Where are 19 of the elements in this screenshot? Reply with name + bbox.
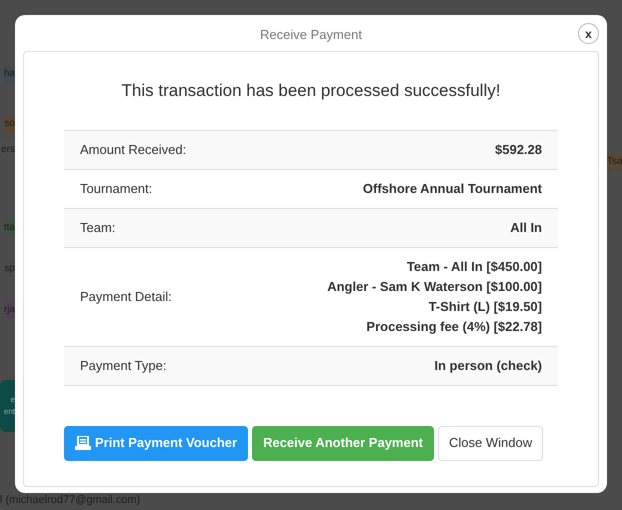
row-value: Angler - Sam K Waterson [$100.00] <box>327 278 542 296</box>
row-label: Payment Type: <box>80 356 166 375</box>
row-label: Tournament: <box>80 180 152 198</box>
dialog-title: Receive Payment <box>260 26 362 44</box>
row-label: Team: <box>80 218 116 237</box>
row-value: In person (check) <box>434 356 542 375</box>
row-value: T-Shirt (L) [$19.50] <box>428 298 542 316</box>
row-value: $592.28 <box>495 140 542 158</box>
row-label: Amount Received: <box>80 140 186 159</box>
row-label: Payment Detail: <box>80 288 172 306</box>
printer-icon <box>75 436 91 450</box>
dialog-button[interactable]: Close Window <box>438 426 544 460</box>
background-text: so <box>4 116 15 132</box>
row-value: All In <box>510 218 542 236</box>
success-message: This transaction has been processed successfully! <box>122 80 500 102</box>
row-value: Offshore Annual Tournament <box>362 180 542 198</box>
row-value: Processing fee (4%) [$22.78] <box>366 318 542 336</box>
close-button[interactable]: x <box>578 23 599 44</box>
row-value: Team - All In [$450.00] <box>406 258 542 276</box>
